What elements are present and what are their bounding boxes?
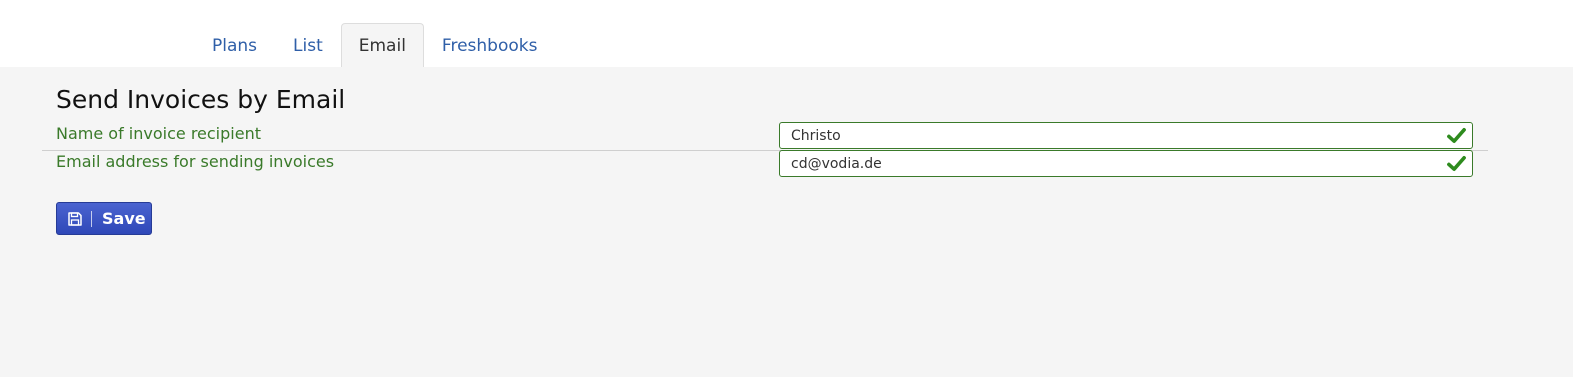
- save-button-label: Save: [102, 209, 146, 228]
- page-title: Send Invoices by Email: [56, 85, 346, 114]
- tab-bar: Plans List Email Freshbooks: [0, 0, 1573, 67]
- floppy-disk-icon: [68, 211, 82, 226]
- sender-email-field-box: [779, 150, 1473, 177]
- recipient-name-row: Name of invoice recipient: [42, 122, 1488, 151]
- tab-plans[interactable]: Plans: [194, 23, 275, 67]
- sender-email-label: Email address for sending invoices: [56, 152, 335, 171]
- button-divider: [91, 210, 92, 227]
- recipient-name-input[interactable]: [791, 125, 1431, 146]
- checkmark-icon: [1447, 127, 1466, 144]
- tab-freshbooks[interactable]: Freshbooks: [424, 23, 556, 67]
- tabs: Plans List Email Freshbooks: [194, 23, 555, 67]
- save-button[interactable]: Save: [56, 202, 152, 235]
- checkmark-icon: [1447, 155, 1466, 172]
- tab-email[interactable]: Email: [340, 23, 424, 67]
- recipient-name-label: Name of invoice recipient: [56, 124, 261, 143]
- recipient-name-field-box: [779, 122, 1473, 149]
- sender-email-input[interactable]: [791, 153, 1431, 174]
- tab-list[interactable]: List: [275, 23, 341, 67]
- email-settings-panel: Send Invoices by Email Name of invoice r…: [0, 67, 1573, 377]
- sender-email-row: Email address for sending invoices: [42, 150, 1488, 178]
